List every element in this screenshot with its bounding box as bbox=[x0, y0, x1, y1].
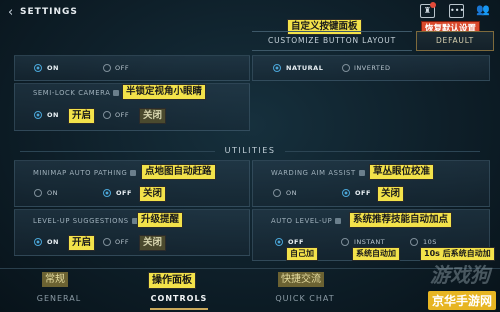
customize-button-layout-button[interactable]: CUSTOMIZE BUTTON LAYOUT bbox=[252, 31, 412, 51]
auto-level-panel: AUTO LEVEL-UP 系统推荐技能自动加点 OFF 自己加 INSTANT… bbox=[252, 209, 495, 261]
warding-on-label: ON bbox=[286, 189, 297, 197]
top-on-label: ON bbox=[47, 64, 59, 72]
default-button[interactable]: DEFAULT bbox=[416, 31, 494, 51]
inverted-label: INVERTED bbox=[354, 64, 391, 72]
nav-quick-chat-label: QUICK CHAT bbox=[275, 294, 335, 303]
nav-tab-quick-chat[interactable]: 快捷交流 QUICK CHAT bbox=[246, 272, 364, 312]
level-suggest-title: LEVEL-UP SUGGESTIONS bbox=[33, 217, 138, 225]
nav-tab-general[interactable]: 常规 GENERAL bbox=[0, 272, 118, 312]
auto-level-title: AUTO LEVEL-UP bbox=[271, 217, 342, 225]
minimap-off-label: OFF bbox=[116, 189, 132, 197]
section-divider-right bbox=[285, 151, 480, 152]
nav-divider bbox=[0, 268, 500, 269]
nav-general-annotation: 常规 bbox=[42, 272, 68, 287]
auto-level-10s-radio[interactable] bbox=[410, 238, 418, 246]
auto-level-instant-annotation: 系统自动加 bbox=[352, 247, 400, 261]
level-suggest-on-radio[interactable] bbox=[34, 238, 42, 246]
auto-level-annotation: 系统推荐技能自动加点 bbox=[349, 212, 453, 228]
semi-lock-on-label: ON bbox=[47, 111, 59, 119]
auto-level-instant-radio[interactable] bbox=[341, 238, 349, 246]
level-suggest-annotation: 升级提醒 bbox=[137, 212, 184, 228]
top-on-radio[interactable] bbox=[34, 64, 42, 72]
minimap-annotation: 点地图自动赶路 bbox=[141, 164, 216, 180]
semi-lock-panel: SEMI-LOCK CAMERA 半锁定视角小眼睛 ON 开启 OFF 关闭 bbox=[14, 83, 250, 131]
minimap-on-label: ON bbox=[47, 189, 58, 197]
semi-lock-off-radio[interactable] bbox=[103, 111, 111, 119]
minimap-on-radio[interactable] bbox=[34, 189, 42, 197]
level-suggest-on-label: ON bbox=[47, 238, 59, 246]
minimap-title-text: MINIMAP AUTO PATHING bbox=[33, 169, 128, 177]
auto-level-off-label: OFF bbox=[288, 238, 304, 246]
minimap-panel: MINIMAP AUTO PATHING 点地图自动赶路 ON OFF 关闭 bbox=[14, 160, 250, 207]
nav-controls-annotation: 操作面板 bbox=[148, 272, 196, 289]
info-icon[interactable] bbox=[335, 218, 342, 224]
active-tab-indicator bbox=[150, 308, 208, 310]
minimap-off-radio[interactable] bbox=[103, 189, 111, 197]
watermark-site: 京华手游网 bbox=[427, 291, 496, 310]
level-suggest-on-annotation: 开启 bbox=[68, 235, 96, 251]
notification-badge bbox=[430, 2, 436, 8]
top-off-radio[interactable] bbox=[103, 64, 111, 72]
info-icon[interactable] bbox=[130, 170, 137, 176]
semi-lock-off-annotation: 关闭 bbox=[139, 108, 167, 124]
warding-off-radio[interactable] bbox=[342, 189, 350, 197]
info-icon[interactable] bbox=[113, 90, 120, 96]
nav-quick-chat-annotation: 快捷交流 bbox=[278, 272, 324, 287]
warding-off-annotation: 关闭 bbox=[377, 186, 405, 202]
auto-level-instant-label: INSTANT bbox=[354, 238, 386, 246]
auto-level-10s-label: 10S bbox=[423, 238, 437, 246]
warding-title-text: WARDING AIM ASSIST bbox=[271, 169, 356, 177]
profile-shield-icon[interactable]: ♜ bbox=[420, 2, 438, 20]
semi-lock-on-radio[interactable] bbox=[34, 111, 42, 119]
inverted-radio[interactable] bbox=[342, 64, 350, 72]
semi-lock-annotation: 半锁定视角小眼睛 bbox=[122, 84, 207, 100]
friends-icon[interactable]: 👥 bbox=[476, 4, 494, 20]
top-off-label: OFF bbox=[115, 64, 130, 72]
warding-annotation: 草丛眼位校准 bbox=[369, 164, 435, 180]
nav-general-label: GENERAL bbox=[36, 294, 82, 303]
level-suggest-off-annotation: 关闭 bbox=[139, 235, 167, 251]
warding-panel: WARDING AIM ASSIST 草丛眼位校准 ON OFF 关闭 bbox=[252, 160, 490, 207]
semi-lock-off-label: OFF bbox=[115, 111, 130, 119]
level-suggest-off-radio[interactable] bbox=[103, 238, 111, 246]
natural-label: NATURAL bbox=[286, 64, 324, 72]
page-title: SETTINGS bbox=[20, 7, 78, 17]
auto-level-title-text: AUTO LEVEL-UP bbox=[271, 217, 333, 225]
top-right-panel: NATURAL INVERTED bbox=[252, 55, 490, 81]
warding-title: WARDING AIM ASSIST bbox=[271, 169, 365, 177]
semi-lock-on-annotation: 开启 bbox=[68, 108, 96, 124]
level-suggest-panel: LEVEL-UP SUGGESTIONS 升级提醒 ON 开启 OFF 关闭 bbox=[14, 209, 250, 256]
info-icon[interactable] bbox=[358, 170, 365, 176]
auto-level-off-annotation: 自己加 bbox=[286, 247, 318, 261]
nav-controls-label: CONTROLS bbox=[150, 294, 208, 303]
semi-lock-title-text: SEMI-LOCK CAMERA bbox=[33, 89, 111, 97]
watermark-logo: 游戏狗 bbox=[430, 263, 490, 287]
warding-on-radio[interactable] bbox=[273, 189, 281, 197]
warding-off-label: OFF bbox=[355, 189, 371, 197]
nav-tab-controls[interactable]: 操作面板 CONTROLS bbox=[120, 272, 238, 312]
natural-radio[interactable] bbox=[273, 64, 281, 72]
level-suggest-title-text: LEVEL-UP SUGGESTIONS bbox=[33, 217, 129, 225]
minimap-title: MINIMAP AUTO PATHING bbox=[33, 169, 137, 177]
chat-icon[interactable]: ••• bbox=[449, 4, 467, 20]
semi-lock-title: SEMI-LOCK CAMERA bbox=[33, 89, 120, 97]
minimap-off-annotation: 关闭 bbox=[139, 186, 167, 202]
level-suggest-off-label: OFF bbox=[115, 238, 130, 246]
top-left-panel: ON OFF bbox=[14, 55, 250, 81]
auto-level-off-radio[interactable] bbox=[275, 238, 283, 246]
